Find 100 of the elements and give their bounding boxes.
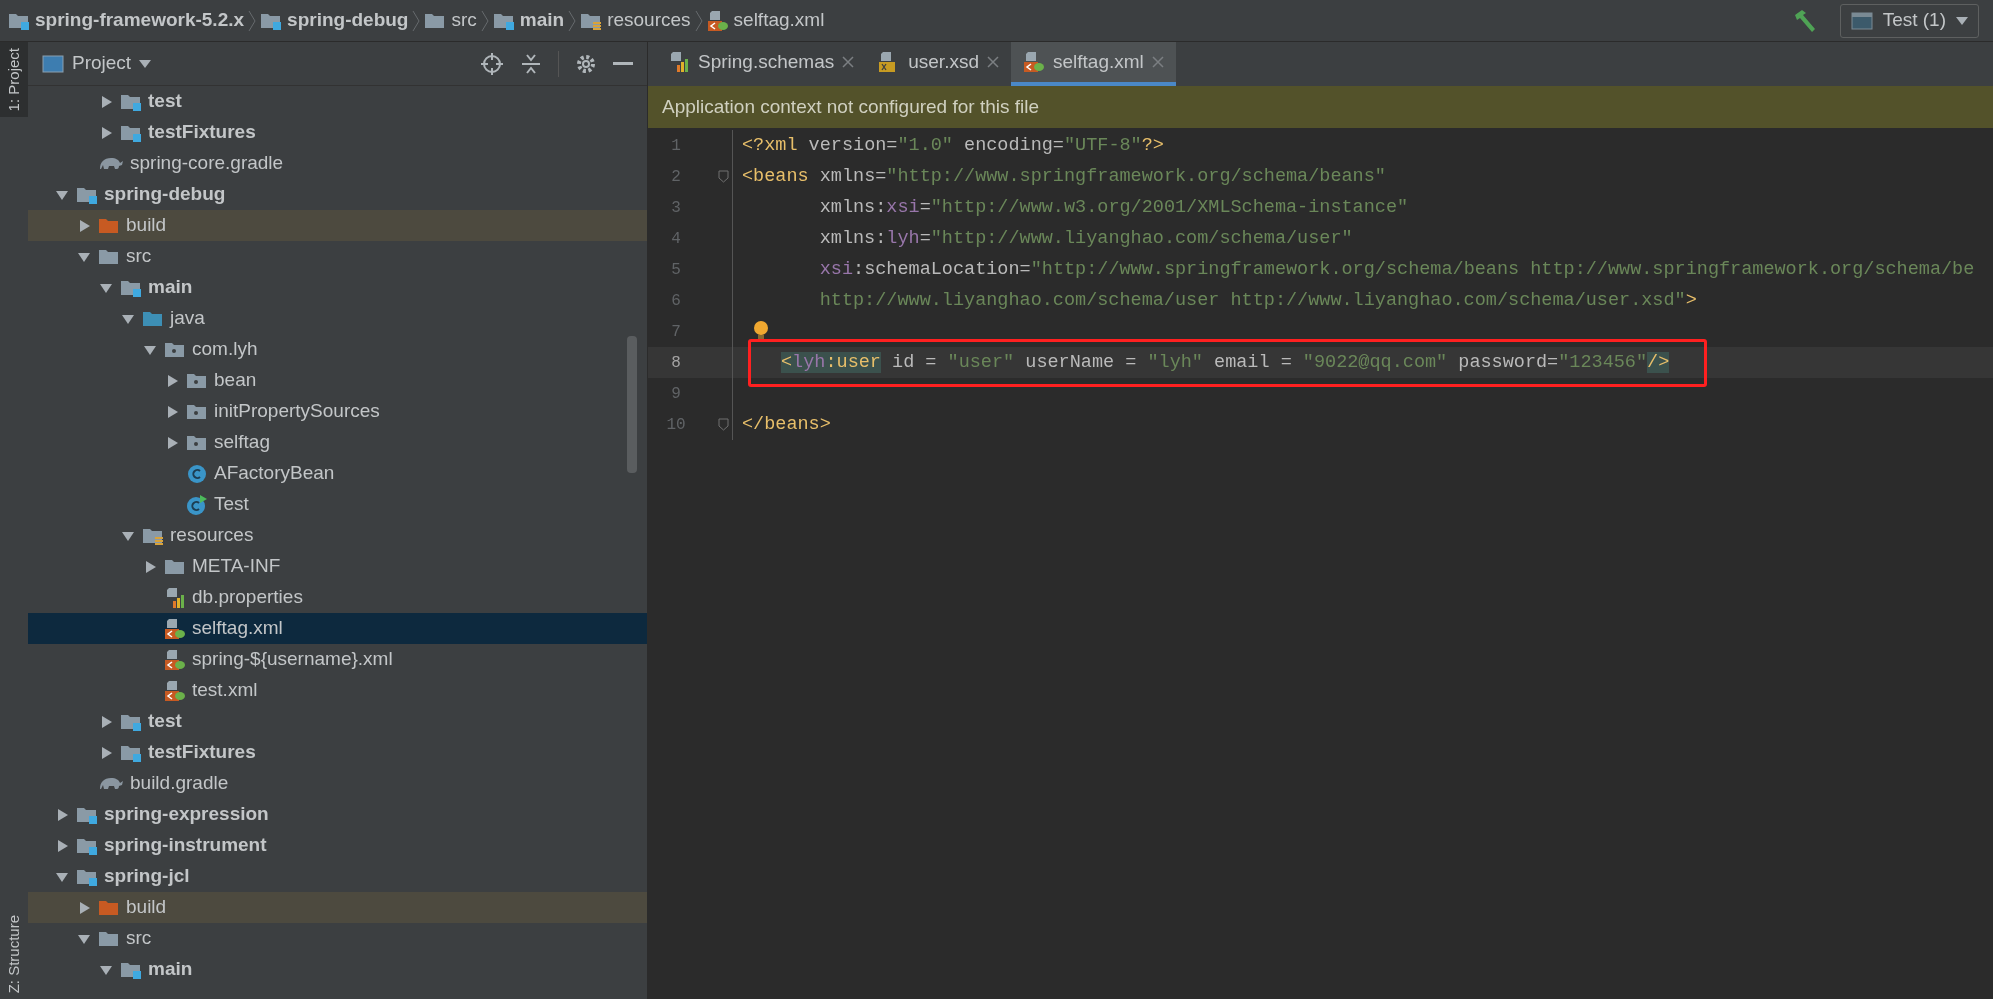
tree-item[interactable]: build.gradle (28, 768, 647, 799)
tree-item[interactable]: selftag (28, 427, 647, 458)
breadcrumb-link[interactable]: src (424, 6, 477, 35)
tree-item[interactable]: spring-core.gradle (28, 148, 647, 179)
settings-icon[interactable] (575, 52, 597, 75)
collapse-all-icon[interactable] (520, 52, 542, 75)
fold-marker-icon[interactable] (717, 418, 729, 431)
breadcrumb-link[interactable]: spring-framework-5.2.x (8, 6, 245, 35)
line-number: 10 (665, 414, 687, 436)
scrollbar[interactable] (627, 336, 637, 473)
expand-arrow-icon[interactable] (77, 218, 91, 233)
tree-item-label: com.lyh (192, 337, 258, 362)
tree-item[interactable]: testFixtures (28, 737, 647, 768)
tree-item-label: bean (214, 368, 257, 393)
line-number: 6 (670, 290, 682, 312)
run-configuration-dropdown[interactable]: Test (1) (1839, 3, 1979, 38)
notification-banner: Application context not configured for this file (648, 86, 1993, 128)
tree-item[interactable]: src (28, 241, 647, 272)
tree-item-label: spring-core.gradle (130, 151, 284, 176)
tree-item-label: src (126, 926, 152, 951)
breadcrumb-link[interactable]: resources (580, 6, 691, 35)
expand-arrow-icon[interactable] (99, 94, 113, 109)
code-line: <beans xmlns="http://www.springframework.org/schema/beans" (742, 164, 1386, 189)
chevron-right-icon (694, 9, 703, 32)
expand-arrow-icon[interactable] (165, 435, 179, 450)
xml-file-icon (1023, 51, 1045, 73)
expand-arrow-icon[interactable] (55, 838, 69, 853)
tree-item[interactable]: build (28, 892, 647, 923)
tree-item[interactable]: META-INF (28, 551, 647, 582)
tree-item-label: test (148, 709, 182, 734)
tree-item[interactable]: resources (28, 520, 647, 551)
editor-tab[interactable]: selftag.xml (1011, 42, 1176, 86)
code-line: </beans> (742, 412, 831, 437)
tree-item[interactable]: test (28, 86, 647, 117)
line-number: 4 (670, 228, 682, 250)
tree-item[interactable]: spring-expression (28, 799, 647, 830)
tree-item-label: test (148, 89, 182, 114)
tree-item[interactable]: com.lyh (28, 334, 647, 365)
caret-icon (1956, 16, 1968, 25)
expand-arrow-icon[interactable] (165, 373, 179, 388)
tree-item[interactable]: testFixtures (28, 117, 647, 148)
expand-arrow-icon[interactable] (99, 125, 113, 140)
chevron-right-icon (248, 9, 257, 32)
tree-item[interactable]: test (28, 706, 647, 737)
view-selector-dropdown[interactable]: Project (42, 49, 152, 78)
locate-icon[interactable] (480, 51, 504, 76)
lightbulb-icon[interactable] (753, 320, 769, 340)
chevron-right-icon (480, 9, 489, 32)
breadcrumb-link[interactable]: main (492, 6, 565, 35)
expand-arrow-icon[interactable] (143, 559, 157, 574)
tree-item[interactable]: spring-${username}.xml (28, 644, 647, 675)
tree-item-label: java (170, 306, 205, 331)
tree-item[interactable]: Test (28, 489, 647, 520)
close-icon[interactable] (842, 56, 855, 68)
minimize-icon[interactable] (613, 61, 633, 66)
expand-arrow-icon[interactable] (165, 404, 179, 419)
tree-item-label: src (126, 244, 152, 269)
tree-item[interactable]: java (28, 303, 647, 334)
expand-arrow-icon[interactable] (55, 807, 69, 822)
close-icon[interactable] (987, 56, 999, 68)
tool-window-tab[interactable]: 1: Project (0, 42, 28, 118)
tree-item[interactable]: initPropertySources (28, 396, 647, 427)
expand-arrow-icon[interactable] (77, 900, 91, 915)
tree-item-label: META-INF (192, 554, 281, 579)
code-line: <lyh:user id = "user" userName = "lyh" email = "9022@qq.com" password="123456"/> (781, 350, 1670, 375)
editor-tab[interactable]: user.xsd (866, 42, 1011, 86)
tree-item-label: build (126, 895, 167, 920)
tree-item[interactable]: src (28, 923, 647, 954)
expand-arrow-icon[interactable] (99, 745, 113, 760)
properties-file-icon (668, 51, 690, 73)
code-line: <?xml version="1.0" encoding="UTF-8"?> (742, 133, 1164, 158)
tool-window-tab[interactable]: Z: Structure (0, 908, 28, 999)
tree-item[interactable]: spring-instrument (28, 830, 647, 861)
window-icon (42, 54, 64, 73)
line-number: 2 (670, 166, 682, 188)
tree-item[interactable]: db.properties (28, 582, 647, 613)
tree-item-label: Test (214, 492, 249, 517)
breadcrumb-link[interactable]: selftag.xml (706, 6, 825, 35)
xml-file-icon (706, 9, 729, 32)
tree-item[interactable]: spring-jcl (28, 861, 647, 892)
expand-arrow-icon[interactable] (99, 714, 113, 729)
tree-item-label: testFixtures (148, 120, 256, 145)
tree-item[interactable]: main (28, 272, 647, 303)
class-icon (186, 462, 208, 485)
properties-file-icon (164, 586, 186, 609)
line-number: 8 (670, 352, 682, 374)
tree-item-label: initPropertySources (214, 399, 380, 424)
editor-tab[interactable]: Spring.schemas (656, 42, 867, 86)
chevron-right-icon (412, 9, 421, 32)
tree-item[interactable]: AFactoryBean (28, 458, 647, 489)
tree-item[interactable]: build (28, 210, 647, 241)
tree-item[interactable]: selftag.xml (28, 613, 647, 644)
tree-item[interactable]: main (28, 954, 647, 985)
tree-item[interactable]: bean (28, 365, 647, 396)
tree-item[interactable]: spring-debug (28, 179, 647, 210)
line-number: 3 (670, 197, 682, 219)
tree-item[interactable]: test.xml (28, 675, 647, 706)
breadcrumb-link[interactable]: spring-debug (260, 6, 409, 35)
tree-item-label: selftag (214, 430, 270, 455)
fold-marker-icon[interactable] (717, 170, 729, 183)
